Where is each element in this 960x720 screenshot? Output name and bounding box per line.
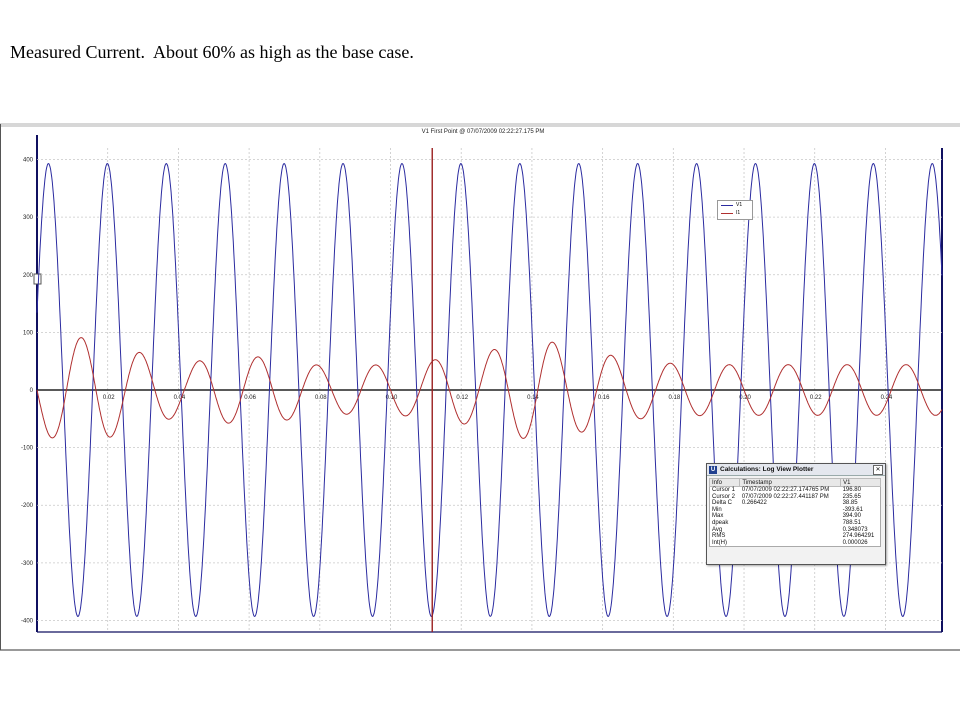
x-tick-label: 0.14 — [527, 395, 539, 401]
table-cell — [740, 533, 841, 540]
y-tick-label: 400 — [23, 158, 34, 164]
table-cell: 274.964291 — [842, 533, 875, 540]
y-tick-label: -100 — [21, 446, 34, 452]
calculations-window[interactable]: U Calculations: Log View Plotter ✕ Info … — [706, 463, 886, 565]
table-cell: Cursor 2 — [712, 493, 736, 500]
table-cell: 0.348073 — [842, 526, 868, 533]
y-tick-label: 200 — [23, 273, 34, 279]
legend-label-i1: I1 — [736, 210, 741, 216]
table-cell: Avg — [712, 526, 723, 533]
table-cell — [740, 520, 841, 527]
legend-item-v1: V1 — [718, 201, 752, 209]
table-row: Min -393.61 — [710, 507, 881, 514]
table-row: Avg 0.348073 — [710, 527, 881, 534]
table-cell: 394.90 — [842, 513, 861, 520]
table-row: Max 394.90 — [710, 513, 881, 520]
legend-swatch-i1 — [721, 212, 733, 214]
legend: V1 I1 — [717, 200, 753, 220]
table-cell: dpeak — [712, 519, 729, 526]
table-cell — [740, 540, 841, 547]
column-header-info[interactable]: Info — [708, 478, 741, 487]
table-cell: Int(H) — [712, 539, 727, 546]
table-row: dpeak 788.51 — [710, 520, 881, 527]
plot-title: V1 First Point @ 07/07/2009 02:22:27.175… — [422, 129, 545, 135]
y-tick-label: -200 — [21, 503, 34, 509]
y-tick-label: 300 — [23, 215, 34, 221]
table-row: RMS 274.964291 — [710, 533, 881, 540]
calculations-table: Info Timestamp V1 Cursor 1 07/07/2009 02:… — [708, 478, 881, 548]
table-cell: 0.000026 — [842, 539, 868, 546]
table-cell: 07/07/2009 02:22:27.174765 PM — [741, 487, 830, 493]
scroll-handle — [33, 273, 42, 285]
table-cell: Min — [712, 506, 722, 513]
x-tick-label: 0.06 — [244, 395, 256, 401]
table-header-row: Info Timestamp V1 — [708, 478, 881, 487]
x-tick-label: 0.24 — [881, 395, 893, 401]
table-cell — [740, 527, 841, 534]
table-cell: 788.51 — [842, 519, 861, 526]
close-icon[interactable]: ✕ — [873, 464, 883, 475]
calculations-title: Calculations: Log View Plotter — [720, 466, 814, 473]
table-cell: 0.266422 — [741, 500, 767, 507]
table-cell — [740, 513, 841, 520]
table-cell: 07/07/2009 02:22:27.441187 PM — [741, 493, 829, 500]
legend-label-v1: V1 — [736, 202, 743, 208]
table-cell: 38.85 — [842, 500, 858, 507]
toolbar-strip — [0, 123, 960, 127]
table-cell: Delta C — [712, 500, 733, 507]
column-header-timestamp[interactable]: Timestamp — [739, 478, 842, 487]
y-tick-label: -400 — [21, 618, 34, 624]
table-cell: 235.65 — [842, 493, 861, 500]
table-cell: RMS — [712, 533, 726, 540]
x-tick-label: 0.18 — [668, 395, 680, 401]
y-tick-label: 100 — [23, 330, 34, 336]
table-row: Cursor 1 07/07/2009 02:22:27.174765 PM 196… — [710, 487, 881, 494]
column-header-v1[interactable]: V1 — [840, 478, 881, 487]
x-tick-label: 0.22 — [810, 395, 822, 401]
x-tick-label: 0.04 — [174, 395, 186, 401]
calculations-title-bar[interactable]: U Calculations: Log View Plotter ✕ — [707, 464, 885, 476]
table-cell — [740, 507, 841, 514]
app-icon: U — [709, 465, 717, 474]
table-cell: -393.61 — [842, 506, 863, 513]
legend-swatch-v1 — [721, 204, 733, 206]
plot-window: 0.02 0.04 0.06 0.08 0.10 0.12 0.14 0.16 0.18 0.20… — [0, 123, 960, 651]
legend-item-i1: I1 — [718, 209, 752, 217]
x-tick-label: 0.08 — [315, 395, 327, 401]
table-cell: Max — [712, 513, 724, 520]
x-tick-label: 0.16 — [598, 395, 610, 401]
table-cell: Cursor 1 — [712, 487, 736, 493]
table-row: Delta C 0.266422 38.85 — [710, 500, 881, 507]
y-tick-label: -300 — [21, 561, 34, 567]
x-tick-label: 0.02 — [103, 395, 115, 401]
table-row: Int(H) 0.000026 — [710, 540, 881, 547]
table-row: Cursor 2 07/07/2009 02:22:27.441187 PM 235… — [710, 494, 881, 501]
x-tick-label: 0.20 — [739, 395, 751, 401]
table-cell: 196.80 — [842, 487, 861, 493]
x-tick-label: 0.12 — [456, 395, 468, 401]
x-tick-label: 0.10 — [386, 395, 398, 401]
